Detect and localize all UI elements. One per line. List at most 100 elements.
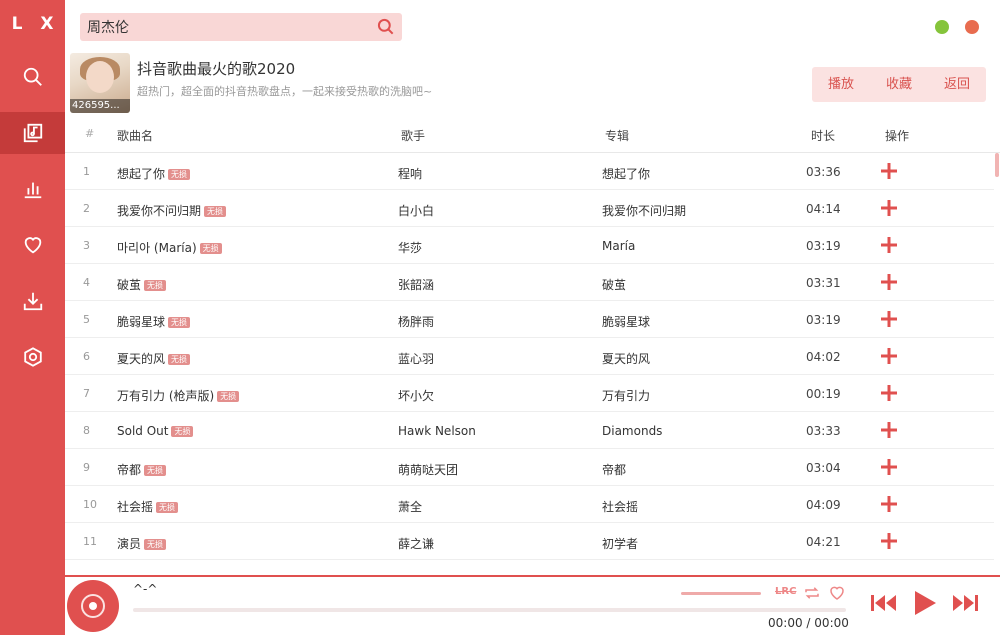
song-name[interactable]: 万有引力 (枪声版) 无损	[117, 387, 240, 404]
singer-name[interactable]: 张韶涵	[398, 276, 434, 293]
table-row[interactable]: 3 마리아 (María) 无损 华莎 María 03:19	[65, 227, 994, 264]
song-name[interactable]: 脆弱星球 无损	[117, 313, 191, 330]
song-name-text: 想起了你	[117, 167, 166, 181]
add-icon[interactable]	[880, 384, 898, 402]
lyrics-toggle[interactable]: LRC	[775, 586, 797, 604]
nav-download[interactable]	[0, 280, 65, 322]
play-all-button[interactable]: 播放	[812, 67, 870, 102]
album-name[interactable]: 万有引力	[602, 387, 650, 404]
song-duration: 03:36	[806, 165, 841, 179]
row-index: 4	[83, 276, 90, 289]
table-row[interactable]: 10 社会摇 无损 萧全 社会摇 04:09	[65, 486, 994, 523]
lossless-badge: 无损	[199, 243, 222, 254]
album-name[interactable]: María	[602, 239, 635, 253]
song-name[interactable]: Sold Out 无损	[117, 424, 194, 438]
close-button[interactable]	[965, 20, 979, 34]
song-name-text: 万有引力 (枪声版)	[117, 389, 215, 403]
minimize-button[interactable]	[935, 20, 949, 34]
singer-name[interactable]: 萧全	[398, 498, 422, 515]
row-index: 1	[83, 165, 90, 178]
nav-music-library[interactable]	[0, 112, 65, 154]
album-name[interactable]: 社会摇	[602, 498, 638, 515]
singer-name[interactable]: 萌萌哒天团	[398, 461, 458, 478]
play-icon[interactable]	[910, 589, 938, 617]
nav-settings[interactable]	[0, 336, 65, 378]
song-name[interactable]: 마리아 (María) 无损	[117, 239, 222, 256]
add-icon[interactable]	[880, 310, 898, 328]
singer-name[interactable]: 坏小欠	[398, 387, 434, 404]
heart-outline-icon[interactable]	[828, 584, 846, 602]
song-duration: 03:31	[806, 276, 841, 290]
previous-icon[interactable]	[868, 591, 898, 615]
song-name[interactable]: 破茧 无损	[117, 276, 167, 293]
singer-name[interactable]: Hawk Nelson	[398, 424, 476, 438]
lossless-badge: 无损	[217, 391, 240, 402]
album-name[interactable]: 破茧	[602, 276, 626, 293]
album-name[interactable]: 脆弱星球	[602, 313, 650, 330]
table-row[interactable]: 1 想起了你 无损 程响 想起了你 03:36	[65, 153, 994, 190]
song-name[interactable]: 社会摇 无损	[117, 498, 179, 515]
singer-name[interactable]: 薛之谦	[398, 535, 434, 552]
song-name[interactable]: 演员 无损	[117, 535, 167, 552]
singer-name[interactable]: 程响	[398, 165, 422, 182]
album-disc[interactable]	[67, 580, 119, 632]
album-name[interactable]: 我爱你不问归期	[602, 202, 686, 219]
album-name[interactable]: 帝都	[602, 461, 626, 478]
nav-favorites[interactable]	[0, 224, 65, 266]
lossless-badge: 无损	[204, 206, 227, 217]
add-icon[interactable]	[880, 421, 898, 439]
song-name[interactable]: 我爱你不问归期 无损	[117, 202, 227, 219]
back-button[interactable]: 返回	[928, 67, 986, 102]
add-icon[interactable]	[880, 273, 898, 291]
add-icon[interactable]	[880, 236, 898, 254]
table-row[interactable]: 4 破茧 无损 张韶涵 破茧 03:31	[65, 264, 994, 301]
repeat-icon[interactable]	[803, 584, 821, 602]
player-bar: ^-^ LRC 00:00 / 00:00	[65, 575, 1000, 635]
leaderboard-icon	[24, 182, 41, 199]
playlist-actions: 播放 收藏 返回	[812, 67, 986, 102]
singer-name[interactable]: 华莎	[398, 239, 422, 256]
collect-button[interactable]: 收藏	[870, 67, 928, 102]
song-list: 1 想起了你 无损 程响 想起了你 03:36 2 我爱你不问归期 无损 白小白 我爱你不问归期 04…	[65, 153, 994, 575]
next-icon[interactable]	[951, 591, 981, 615]
nav-search[interactable]	[0, 56, 65, 98]
singer-name[interactable]: 杨胖雨	[398, 313, 434, 330]
settings-icon	[23, 347, 42, 367]
nav-leaderboard[interactable]	[0, 168, 65, 210]
song-name[interactable]: 想起了你 无损	[117, 165, 191, 182]
table-row[interactable]: 6 夏天的风 无损 蓝心羽 夏天的风 04:02	[65, 338, 994, 375]
progress-bar[interactable]	[133, 608, 846, 612]
add-icon[interactable]	[880, 458, 898, 476]
album-name[interactable]: 初学者	[602, 535, 638, 552]
song-name-text: Sold Out	[117, 424, 169, 438]
table-row[interactable]: 5 脆弱星球 无损 杨胖雨 脆弱星球 03:19	[65, 301, 994, 338]
singer-name[interactable]: 白小白	[398, 202, 434, 219]
table-row[interactable]: 7 万有引力 (枪声版) 无损 坏小欠 万有引力 00:19	[65, 375, 994, 412]
table-row[interactable]: 9 帝都 无损 萌萌哒天团 帝都 03:04	[65, 449, 994, 486]
volume-slider[interactable]	[681, 592, 761, 595]
search-input[interactable]	[87, 13, 367, 41]
add-icon[interactable]	[880, 199, 898, 217]
table-row[interactable]: 11 演员 无损 薛之谦 初学者 04:21	[65, 523, 994, 560]
table-row[interactable]: 8 Sold Out 无损 Hawk Nelson Diamonds 03:33	[65, 412, 994, 449]
add-icon[interactable]	[880, 495, 898, 513]
singer-name[interactable]: 蓝心羽	[398, 350, 434, 367]
song-name[interactable]: 帝都 无损	[117, 461, 167, 478]
add-icon[interactable]	[880, 347, 898, 365]
scrollbar[interactable]	[995, 153, 999, 575]
search-icon[interactable]	[376, 17, 396, 37]
album-name[interactable]: 夏天的风	[602, 350, 650, 367]
song-name[interactable]: 夏天的风 无损	[117, 350, 191, 367]
add-icon[interactable]	[880, 162, 898, 180]
total-time: 00:00	[814, 616, 849, 630]
album-name[interactable]: Diamonds	[602, 424, 662, 438]
song-duration: 03:04	[806, 461, 841, 475]
heart-icon	[24, 237, 41, 254]
scrollbar-thumb[interactable]	[995, 153, 999, 177]
song-name-text: 脆弱星球	[117, 315, 166, 329]
header-action: 操作	[885, 129, 910, 143]
table-row[interactable]: 2 我爱你不问归期 无损 白小白 我爱你不问归期 04:14	[65, 190, 994, 227]
album-name[interactable]: 想起了你	[602, 165, 650, 182]
add-icon[interactable]	[880, 532, 898, 550]
song-duration: 03:33	[806, 424, 841, 438]
